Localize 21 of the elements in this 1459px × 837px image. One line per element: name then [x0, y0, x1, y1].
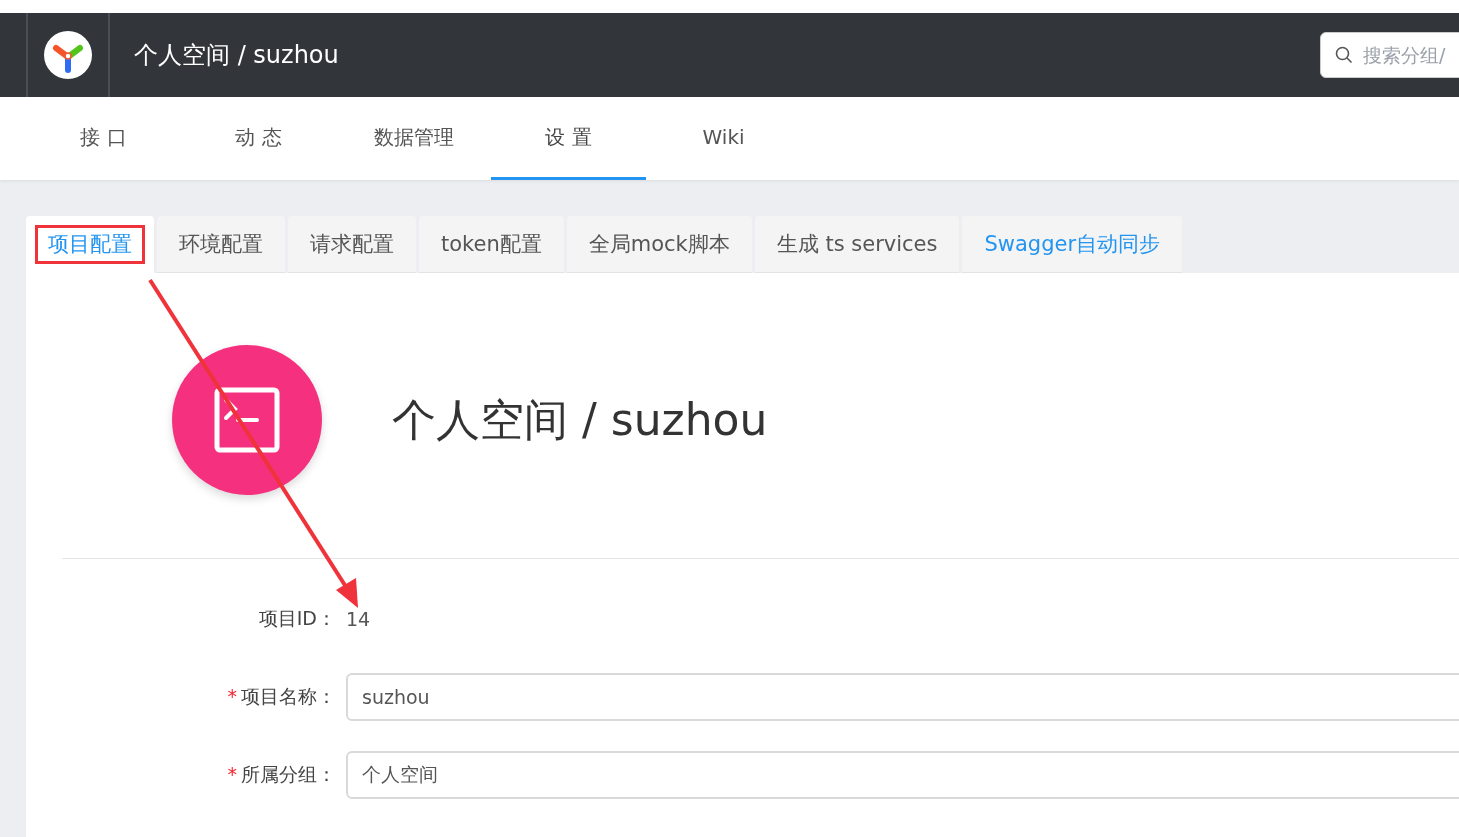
settings-tab[interactable]: 请求配置 [288, 216, 416, 273]
nav-tab[interactable]: 动 态 [181, 97, 336, 180]
project-title: 个人空间 / suzhou [134, 40, 340, 71]
field-label: 项目ID： [257, 606, 337, 631]
field-label: * 项目名称： [226, 684, 337, 709]
logo-icon [43, 30, 93, 80]
nav-tab[interactable]: 接 口 [26, 97, 181, 180]
settings-tab[interactable]: 生成 ts services [754, 216, 960, 273]
search-field[interactable]: 搜索分组/ [1320, 32, 1459, 78]
text-field[interactable]: 个人空间 [346, 751, 1459, 799]
project-id: 14 [346, 608, 372, 630]
search-icon [1335, 46, 1353, 64]
text-field[interactable]: suzhou [346, 673, 1459, 721]
nav-tab[interactable]: 数据管理 [336, 97, 491, 180]
terminal-icon [214, 387, 280, 453]
project-name-heading: 个人空间 / suzhou [392, 392, 768, 447]
settings-tab[interactable]: 全局mock脚本 [566, 216, 752, 273]
field-label: * 所属分组： [226, 762, 337, 787]
settings-tab[interactable]: 环境配置 [157, 216, 285, 273]
nav-tab[interactable]: Wiki [646, 97, 801, 180]
settings-tab[interactable]: token配置 [419, 216, 564, 273]
